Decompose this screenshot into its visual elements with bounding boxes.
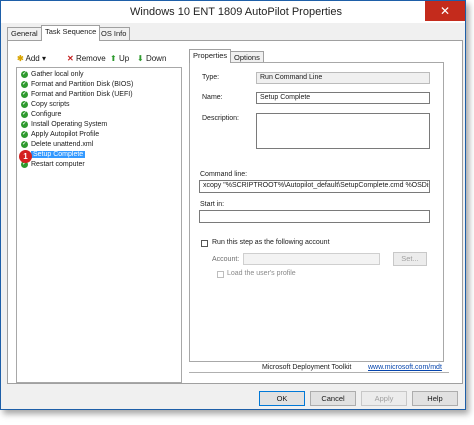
tree-item-configure[interactable]: ✓ Configure	[21, 110, 61, 120]
tree-item-format-bios[interactable]: ✓ Format and Partition Disk (BIOS)	[21, 80, 133, 90]
title-bar: Windows 10 ENT 1809 AutoPilot Properties…	[1, 1, 465, 23]
account-field[interactable]	[243, 253, 380, 265]
add-label: Add	[25, 54, 40, 63]
tab-properties[interactable]: Properties	[189, 49, 232, 63]
command-line-label: Command line:	[200, 171, 248, 178]
start-in-field[interactable]	[199, 210, 430, 223]
add-button[interactable]: ✱ Add ▾	[17, 53, 46, 65]
type-field: Run Command Line	[256, 72, 430, 84]
up-label: Up	[118, 54, 130, 63]
check-icon: ✓	[21, 100, 28, 108]
mdt-link[interactable]: www.microsoft.com/mdt	[366, 364, 444, 371]
run-as-account-label: Run this step as the following account	[212, 239, 330, 246]
add-icon: ✱	[17, 54, 24, 63]
close-button[interactable]: ✕	[425, 1, 465, 21]
tab-general[interactable]: General	[7, 27, 42, 40]
tab-os-info[interactable]: OS Info	[97, 27, 131, 40]
cancel-button[interactable]: Cancel	[310, 391, 356, 406]
check-icon: ✓	[21, 110, 28, 118]
check-icon: ✓	[21, 90, 28, 98]
down-button[interactable]: ⬇ Down	[137, 53, 166, 65]
load-profile-label: Load the user's profile	[227, 270, 296, 277]
properties-panel: Type: Run Command Line Name: Setup Compl…	[189, 62, 444, 362]
tree-item-restart-computer[interactable]: ✓ Restart computer	[21, 160, 85, 170]
name-label: Name:	[202, 94, 223, 101]
close-icon: ✕	[439, 4, 451, 18]
start-in-label: Start in:	[200, 201, 225, 208]
tab-task-sequence[interactable]: Task Sequence	[41, 25, 101, 41]
tree-item-apply-autopilot-profile[interactable]: ✓ Apply Autopilot Profile	[21, 130, 99, 140]
check-icon: ✓	[21, 120, 28, 128]
remove-button[interactable]: ✕ Remove	[67, 53, 106, 65]
toolkit-label: Microsoft Deployment Toolkit	[259, 364, 355, 371]
tree-item-gather-local-only[interactable]: ✓ Gather local only	[21, 70, 84, 80]
load-profile-checkbox[interactable]	[217, 271, 224, 278]
check-icon: ✓	[21, 80, 28, 88]
name-field[interactable]: Setup Complete	[256, 92, 430, 104]
description-field[interactable]	[256, 113, 430, 149]
type-label: Type:	[202, 74, 220, 81]
up-button[interactable]: ⬆ Up	[110, 53, 129, 65]
run-as-account-checkbox[interactable]	[201, 240, 208, 247]
check-icon: ✓	[21, 140, 28, 148]
check-icon: ✓	[21, 130, 28, 138]
help-button[interactable]: Help	[412, 391, 458, 406]
tree-item-delete-unattend[interactable]: ✓ Delete unattend.xml	[21, 140, 93, 150]
check-icon: ✓	[21, 70, 28, 78]
window-title: Windows 10 ENT 1809 AutoPilot Properties	[130, 6, 342, 18]
footer-divider	[189, 372, 449, 373]
chevron-down-icon: ▾	[41, 54, 46, 63]
remove-icon: ✕	[67, 54, 74, 63]
remove-label: Remove	[75, 54, 106, 63]
set-button[interactable]: Set...	[393, 252, 427, 266]
tree-item-install-os[interactable]: ✓ Install Operating System	[21, 120, 107, 130]
task-sequence-tree[interactable]: ✓ Gather local only ✓ Format and Partition…	[16, 67, 182, 383]
down-label: Down	[145, 54, 167, 63]
description-label: Description:	[202, 115, 239, 122]
callout-badge: 1	[19, 150, 32, 163]
apply-button[interactable]: Apply	[361, 391, 407, 406]
down-icon: ⬇	[137, 54, 144, 63]
tree-item-copy-scripts[interactable]: ✓ Copy scripts	[21, 100, 70, 110]
command-line-field[interactable]: xcopy "%SCRIPTROOT%\Autopilot_default\Se…	[199, 180, 430, 193]
tree-item-format-uefi[interactable]: ✓ Format and Partition Disk (UEFI)	[21, 90, 133, 100]
properties-window: Windows 10 ENT 1809 AutoPilot Properties…	[0, 0, 466, 410]
account-label: Account:	[212, 256, 240, 263]
ok-button[interactable]: OK	[259, 391, 305, 406]
up-icon: ⬆	[110, 54, 117, 63]
